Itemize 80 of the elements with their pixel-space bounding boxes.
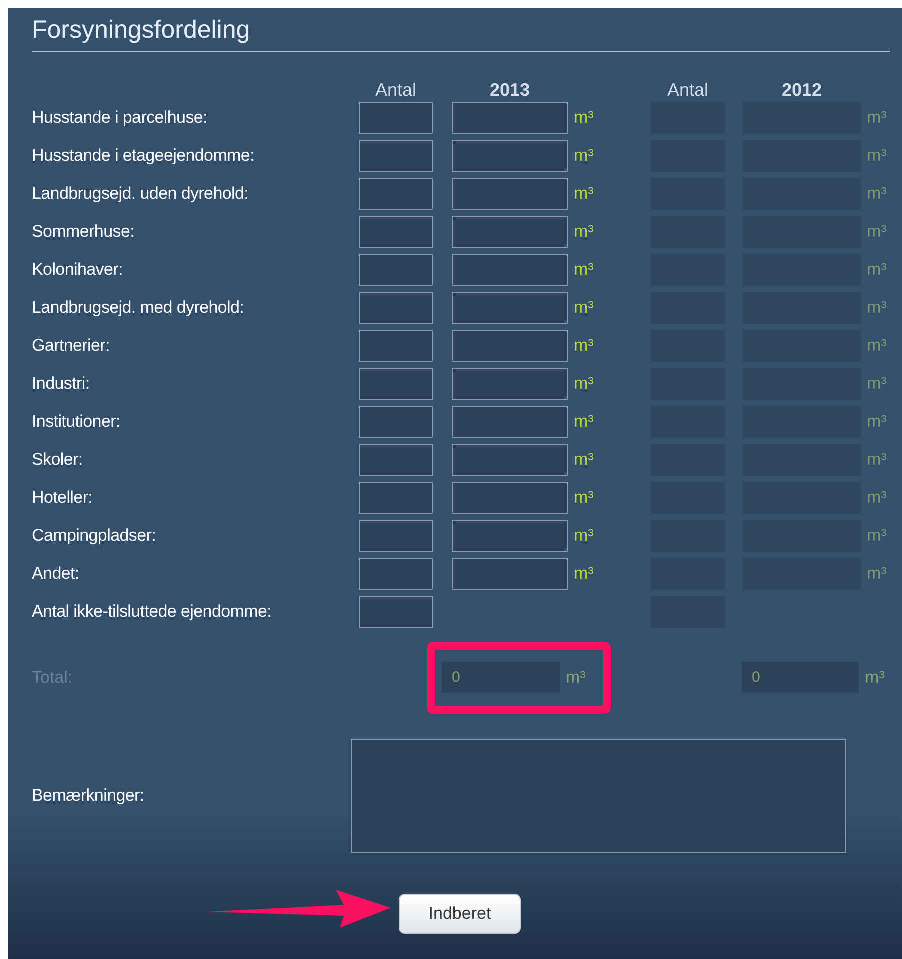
total-label: Total: xyxy=(32,668,74,688)
column-header: Antal xyxy=(666,80,710,100)
submit-button[interactable]: Indberet xyxy=(399,894,521,934)
unit-label: m³ xyxy=(866,564,888,584)
input-field[interactable] xyxy=(452,292,568,324)
unit-label: m³ xyxy=(573,336,595,356)
row-label: Andet: xyxy=(32,564,80,584)
row-label: Institutioner: xyxy=(32,412,122,432)
row-label: Gartnerier: xyxy=(32,336,111,356)
input-field[interactable] xyxy=(359,406,433,438)
unit-label: m³ xyxy=(866,260,888,280)
input-field[interactable] xyxy=(359,558,433,590)
unit-label: m³ xyxy=(573,146,595,166)
row-label: Landbrugsejd. med dyrehold: xyxy=(32,298,246,318)
input-field[interactable] xyxy=(359,482,433,514)
row-label: Husstande i etageejendomme: xyxy=(32,146,256,166)
unit-label: m³ xyxy=(866,488,888,508)
input-field[interactable] xyxy=(452,406,568,438)
input-field[interactable] xyxy=(359,254,433,286)
column-header: 2012 xyxy=(780,80,824,100)
column-header: 2013 xyxy=(488,80,532,100)
unit-label: m³ xyxy=(573,412,595,432)
remarks-label: Bemærkninger: xyxy=(32,786,146,806)
unit-label: m³ xyxy=(573,222,595,242)
input-field[interactable] xyxy=(452,444,568,476)
input-field[interactable] xyxy=(452,368,568,400)
input-field[interactable] xyxy=(452,330,568,362)
unit-label: m³ xyxy=(573,450,595,470)
unit-label: m³ xyxy=(864,668,885,688)
unit-label: m³ xyxy=(866,146,888,166)
unit-label: m³ xyxy=(866,450,888,470)
unit-label: m³ xyxy=(866,108,888,128)
unit-label: m³ xyxy=(573,526,595,546)
unit-label: m³ xyxy=(565,668,586,688)
unit-label: m³ xyxy=(866,336,888,356)
total-field: 0 xyxy=(442,662,560,693)
input-field[interactable] xyxy=(452,482,568,514)
unit-label: m³ xyxy=(573,374,595,394)
unit-label: m³ xyxy=(573,564,595,584)
unit-label: m³ xyxy=(866,222,888,242)
input-field[interactable] xyxy=(359,444,433,476)
total-field: 0 xyxy=(742,662,859,693)
unit-label: m³ xyxy=(573,108,595,128)
unit-label: m³ xyxy=(866,412,888,432)
input-field[interactable] xyxy=(452,216,568,248)
unit-label: m³ xyxy=(573,488,595,508)
unit-label: m³ xyxy=(866,526,888,546)
section-title: Forsyningsfordeling xyxy=(32,16,890,52)
input-field[interactable] xyxy=(359,216,433,248)
input-field[interactable] xyxy=(452,520,568,552)
input-field[interactable] xyxy=(359,520,433,552)
input-field[interactable] xyxy=(452,178,568,210)
row-label: Industri: xyxy=(32,374,91,394)
row-label: Antal ikke-tilsluttede ejendomme: xyxy=(32,602,273,622)
unit-label: m³ xyxy=(573,260,595,280)
row-label: Campingpladser: xyxy=(32,526,158,546)
row-label: Landbrugsejd. uden dyrehold: xyxy=(32,184,250,204)
unit-label: m³ xyxy=(573,298,595,318)
remarks-field[interactable] xyxy=(351,739,846,853)
unit-label: m³ xyxy=(866,184,888,204)
row-label: Kolonihaver: xyxy=(32,260,124,280)
row-label: Sommerhuse: xyxy=(32,222,136,242)
row-label: Skoler: xyxy=(32,450,84,470)
input-field[interactable] xyxy=(359,140,433,172)
input-field[interactable] xyxy=(359,330,433,362)
input-field[interactable] xyxy=(452,254,568,286)
unit-label: m³ xyxy=(866,298,888,318)
row-label: Husstande i parcelhuse: xyxy=(32,108,208,128)
input-field[interactable] xyxy=(359,102,433,134)
row-label: Hoteller: xyxy=(32,488,94,508)
input-field[interactable] xyxy=(452,102,568,134)
unit-label: m³ xyxy=(573,184,595,204)
column-header: Antal xyxy=(374,80,418,100)
unit-label: m³ xyxy=(866,374,888,394)
input-field[interactable] xyxy=(452,558,568,590)
input-field[interactable] xyxy=(452,140,568,172)
input-field[interactable] xyxy=(359,368,433,400)
input-field[interactable] xyxy=(359,596,433,628)
input-field[interactable] xyxy=(359,178,433,210)
input-field[interactable] xyxy=(359,292,433,324)
